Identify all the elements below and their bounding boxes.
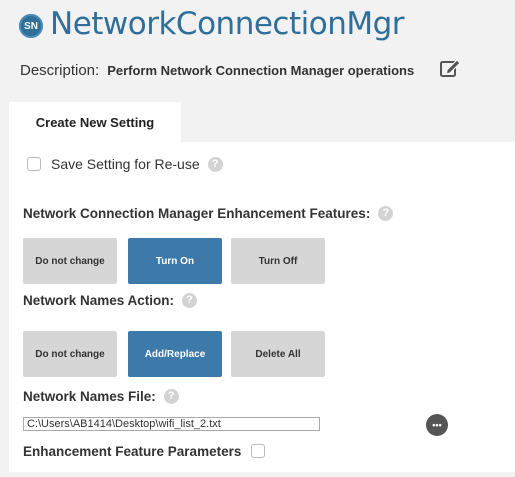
- enhancement-turn-on-button[interactable]: Turn On: [128, 238, 222, 284]
- action-add-replace-button[interactable]: Add/Replace: [128, 331, 222, 377]
- enhancement-features-row: Network Connection Manager Enhancement F…: [23, 204, 394, 222]
- network-names-file-row: Network Names File: ?: [23, 387, 179, 405]
- network-names-file-label: Network Names File:: [23, 388, 156, 404]
- help-icon[interactable]: ?: [207, 156, 223, 172]
- enhancement-params-row: Enhancement Feature Parameters: [23, 442, 266, 460]
- action-delete-all-button[interactable]: Delete All: [231, 331, 325, 377]
- network-names-action-row: Network Names Action: ?: [23, 291, 198, 309]
- help-icon[interactable]: ?: [378, 205, 394, 221]
- enhancement-do-not-change-button[interactable]: Do not change: [23, 238, 117, 284]
- enhancement-params-checkbox[interactable]: [251, 444, 266, 458]
- network-names-action-label: Network Names Action:: [23, 292, 175, 308]
- tab-create-new-setting[interactable]: Create New Setting: [9, 102, 181, 142]
- save-setting-checkbox[interactable]: [27, 157, 41, 171]
- more-options-icon[interactable]: •••: [426, 414, 448, 436]
- description-text: Perform Network Connection Manager opera…: [107, 62, 415, 78]
- enhancement-params-label: Enhancement Feature Parameters: [23, 443, 242, 459]
- help-icon[interactable]: ?: [182, 292, 198, 308]
- page-title: NetworkConnectionMgr: [50, 6, 405, 42]
- page-header: SN NetworkConnectionMgr Description: Per…: [0, 0, 515, 100]
- help-icon[interactable]: ?: [163, 388, 179, 404]
- enhancement-features-label: Network Connection Manager Enhancement F…: [23, 205, 371, 221]
- save-setting-row: Save Setting for Re-use ?: [27, 155, 223, 173]
- description-label: Description:: [20, 61, 100, 79]
- save-setting-label: Save Setting for Re-use: [51, 156, 200, 172]
- enhancement-turn-off-button[interactable]: Turn Off: [231, 238, 325, 284]
- edit-icon[interactable]: [438, 56, 462, 80]
- action-do-not-change-button[interactable]: Do not change: [23, 331, 117, 377]
- description-row: Description: Perform Network Connection …: [20, 60, 414, 80]
- sn-logo-icon: SN: [19, 14, 43, 38]
- network-names-file-input[interactable]: C:\Users\AB1414\Desktop\wifi_list_2.txt: [23, 417, 320, 431]
